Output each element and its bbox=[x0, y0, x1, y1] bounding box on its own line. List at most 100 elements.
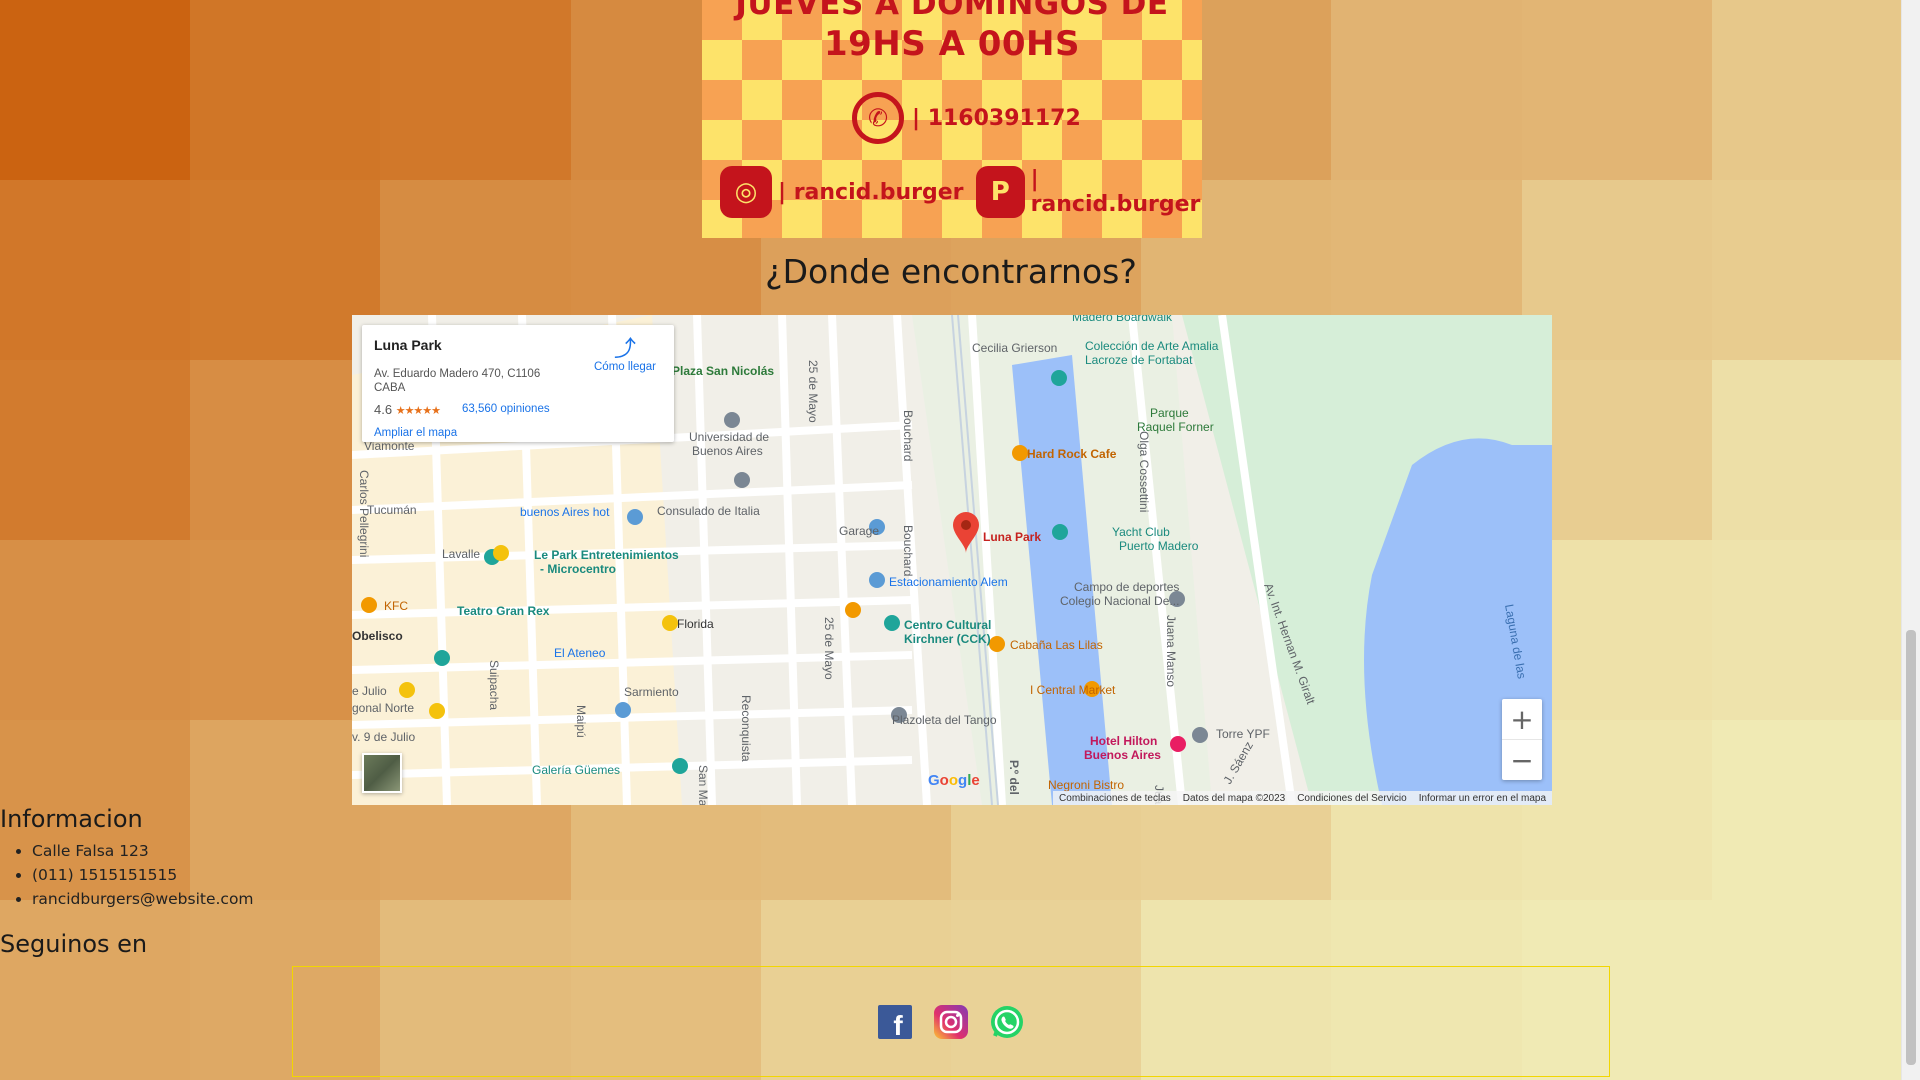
zoom-controls: + − bbox=[1502, 699, 1542, 780]
map-label: Negroni Bistro bbox=[1048, 778, 1124, 792]
enlarge-map-link[interactable]: Ampliar el mapa bbox=[374, 427, 457, 439]
place-name: Luna Park bbox=[374, 337, 442, 353]
map-label: Plaza San Nicolás bbox=[672, 364, 774, 378]
map-label: Juana Manso bbox=[1164, 615, 1178, 687]
map-label: Sarmiento bbox=[624, 685, 679, 699]
map-label: P.º del bbox=[1007, 760, 1021, 795]
flyer-pedidosya-handle: | rancid.burger bbox=[1030, 167, 1201, 217]
list-item-email: rancidburgers@website.com bbox=[32, 887, 254, 911]
map-label: KFC bbox=[384, 599, 408, 613]
map-label: Hotel Hilton bbox=[1090, 734, 1157, 748]
map-label: Olga Cossettini bbox=[1137, 431, 1151, 512]
map-label: Cecilia Grierson bbox=[972, 341, 1057, 355]
map-label: e Julio bbox=[352, 684, 387, 698]
map-label: Suipacha bbox=[487, 660, 501, 710]
list-item-address: Calle Falsa 123 bbox=[32, 839, 254, 863]
google-logo: Google bbox=[928, 772, 980, 789]
directions-label: Cómo llegar bbox=[594, 361, 656, 373]
whatsapp-icon: ✆ bbox=[852, 92, 904, 144]
flyer-whatsapp: ✆ | 1160391172 bbox=[852, 92, 1081, 144]
map-label: Le Park Entretenimientos bbox=[534, 548, 679, 562]
rating-value: 4.6 bbox=[374, 402, 393, 417]
map-label: Garage bbox=[839, 524, 879, 538]
flyer-pedidosya: P | rancid.burger bbox=[976, 166, 1202, 218]
map-label: Bouchard bbox=[901, 525, 915, 576]
map-label: Buenos Aires bbox=[692, 444, 763, 458]
map-label: Cabaña Las Lilas bbox=[1010, 638, 1103, 652]
map-label: buenos Aires hot bbox=[520, 505, 610, 519]
map-label: Teatro Gran Rex bbox=[457, 604, 550, 618]
map-label: Madero Boardwalk bbox=[1072, 315, 1173, 324]
map-label: Colegio Nacional De... bbox=[1060, 594, 1179, 608]
scrollbar[interactable] bbox=[1901, 0, 1920, 1080]
map-label: Galería Güemes bbox=[532, 763, 620, 777]
place-address: Av. Eduardo Madero 470, C1106 CABA bbox=[374, 368, 541, 394]
map-label: Yacht Club bbox=[1112, 525, 1170, 539]
pedidosya-icon: P bbox=[976, 166, 1025, 218]
map-label: Maipú bbox=[574, 705, 588, 738]
map-label: Estacionamiento Alem bbox=[889, 575, 1008, 589]
scrollbar-thumb[interactable] bbox=[1906, 630, 1916, 1065]
map-label: Parque bbox=[1150, 406, 1189, 420]
place-card: Luna Park Av. Eduardo Madero 470, C1106 … bbox=[362, 325, 674, 442]
place-rating: 4.6 ★★★★★ bbox=[374, 402, 441, 417]
directions-icon: ⤴ bbox=[613, 336, 636, 361]
map-label: 25 de Mayo bbox=[822, 617, 836, 680]
map-label: Colección de Arte Amalia bbox=[1085, 339, 1219, 353]
map-label: Luna Park bbox=[983, 530, 1041, 544]
map-label: Centro Cultural bbox=[904, 618, 991, 632]
flyer-image: JUEVES A DOMINGOS DE 19HS A 00HS ✆ | 116… bbox=[702, 0, 1202, 238]
follow-title: Seguinos en bbox=[0, 930, 148, 958]
stars-icon: ★★★★★ bbox=[395, 405, 441, 417]
flyer-hours: 19HS A 00HS bbox=[823, 24, 1080, 64]
map-label: v. 9 de Julio bbox=[352, 730, 415, 744]
instagram-icon[interactable] bbox=[934, 1004, 968, 1039]
flyer-instagram-handle: | rancid.burger bbox=[778, 179, 964, 205]
map-label: Puerto Madero bbox=[1119, 539, 1199, 553]
map-footer: Combinaciones de teclas Datos del mapa ©… bbox=[1053, 791, 1552, 805]
map-label: El Ateneo bbox=[554, 646, 606, 660]
map-label: Kirchner (CCK) bbox=[904, 632, 991, 646]
report-error-link[interactable]: Informar un error en el mapa bbox=[1419, 793, 1546, 804]
map-label: Hard Rock Cafe bbox=[1027, 447, 1117, 461]
flyer-instagram: ◎ | rancid.burger bbox=[720, 166, 964, 218]
flyer-days: JUEVES A DOMINGOS DE bbox=[735, 0, 1169, 22]
map-label: Reconquista bbox=[739, 695, 753, 762]
keyboard-shortcuts-link[interactable]: Combinaciones de teclas bbox=[1059, 793, 1171, 804]
map-label: Tucumán bbox=[367, 503, 417, 517]
whatsapp-icon[interactable] bbox=[990, 1005, 1024, 1039]
embedded-map[interactable]: Cecilia Grierson Colección de Arte Amali… bbox=[352, 315, 1552, 805]
social-links: f bbox=[292, 966, 1610, 1077]
info-section: Informacion Calle Falsa 123 (011) 151515… bbox=[0, 805, 254, 911]
map-label: 25 de Mayo bbox=[806, 360, 820, 423]
reviews-link[interactable]: 63,560 opiniones bbox=[462, 403, 550, 415]
map-label: Lavalle bbox=[442, 547, 480, 561]
svg-text:f: f bbox=[893, 1010, 903, 1039]
map-label: Lacroze de Fortabat bbox=[1085, 353, 1193, 367]
terms-link[interactable]: Condiciones del Servicio bbox=[1297, 793, 1407, 804]
map-label: I Central Market bbox=[1030, 683, 1116, 697]
map-data-text: Datos del mapa ©2023 bbox=[1182, 792, 1286, 804]
map-label: Carlos Pellegrini bbox=[357, 470, 371, 557]
map-label: Consulado de Italia bbox=[657, 504, 760, 518]
zoom-out-button[interactable]: − bbox=[1502, 740, 1542, 780]
facebook-icon[interactable]: f bbox=[878, 1004, 912, 1039]
map-label: Campo de deportes bbox=[1074, 580, 1179, 594]
map-label: Bouchard bbox=[901, 410, 915, 461]
zoom-in-button[interactable]: + bbox=[1502, 699, 1542, 739]
map-label: Universidad de bbox=[689, 430, 769, 444]
map-label: San Ma bbox=[696, 765, 710, 805]
info-title: Informacion bbox=[0, 805, 143, 833]
map-label: gonal Norte bbox=[352, 701, 414, 715]
directions-button[interactable]: ⤴ Cómo llegar bbox=[590, 336, 660, 374]
satellite-layer-toggle[interactable] bbox=[362, 753, 402, 793]
map-label: Obelisco bbox=[352, 629, 403, 643]
map-label: - Microcentro bbox=[540, 562, 616, 576]
flyer-phone: | 1160391172 bbox=[912, 105, 1081, 131]
list-item-phone: (011) 1515151515 bbox=[32, 863, 254, 887]
map-label: Florida bbox=[677, 617, 714, 631]
map-label: Buenos Aires bbox=[1084, 748, 1161, 762]
section-title: ¿Donde encontrarnos? bbox=[765, 252, 1137, 291]
info-list: Calle Falsa 123 (011) 1515151515 rancidb… bbox=[0, 839, 254, 911]
map-label: Plazoleta del Tango bbox=[892, 713, 997, 727]
